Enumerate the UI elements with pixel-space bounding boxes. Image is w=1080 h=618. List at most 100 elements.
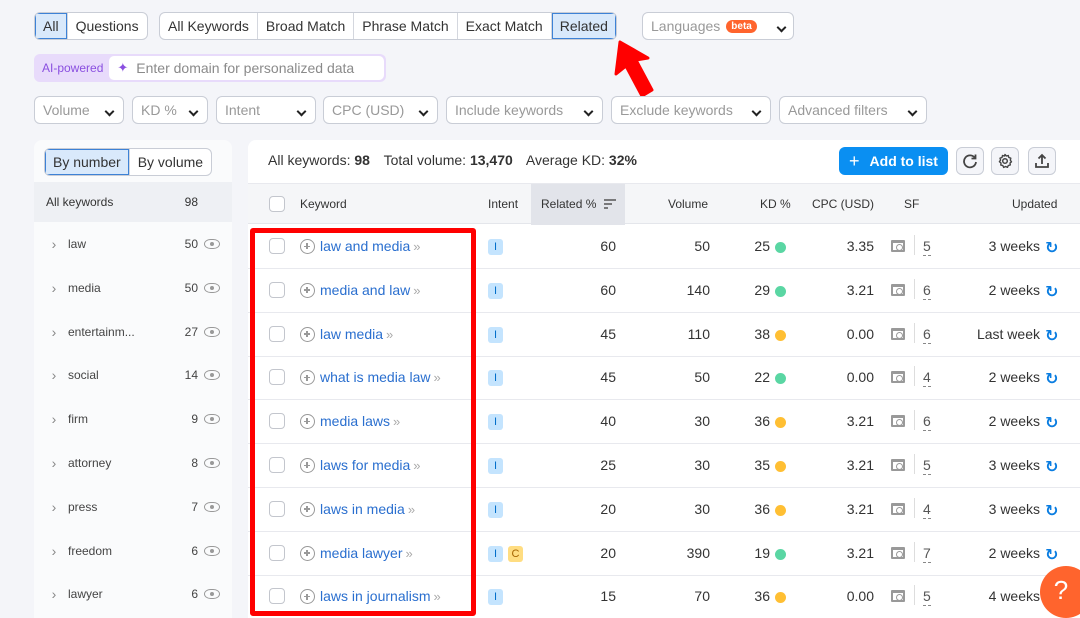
serp-features-count[interactable]: 4	[923, 369, 931, 388]
serp-icon[interactable]	[891, 459, 905, 471]
serp-icon[interactable]	[891, 546, 905, 559]
sidebar-group-item[interactable]: › entertainm... 27	[34, 310, 232, 354]
add-keyword-icon[interactable]	[300, 545, 315, 561]
eye-icon[interactable]	[204, 239, 220, 249]
add-keyword-icon[interactable]	[300, 414, 315, 430]
refresh-icon[interactable]: ↻	[1045, 282, 1058, 302]
serp-features-count[interactable]: 5	[923, 238, 931, 256]
export-button[interactable]	[1028, 147, 1056, 175]
keyword-link[interactable]: law and media»	[320, 238, 421, 254]
double-chevron-icon[interactable]: »	[413, 239, 420, 254]
chevron-right-icon[interactable]: ›	[40, 499, 68, 515]
filter-intent[interactable]: Intent	[216, 96, 316, 124]
refresh-button[interactable]	[956, 147, 984, 175]
eye-icon[interactable]	[204, 282, 220, 293]
select-all-checkbox[interactable]	[269, 196, 285, 212]
row-checkbox[interactable]	[269, 413, 285, 430]
col-keyword[interactable]: Keyword	[300, 184, 347, 224]
serp-icon[interactable]	[891, 283, 905, 296]
col-volume[interactable]: Volume	[668, 184, 708, 224]
col-updated[interactable]: Updated	[1012, 184, 1057, 224]
add-keyword-icon[interactable]	[300, 501, 315, 517]
sidebar-group-item[interactable]: › attorney 8	[34, 441, 232, 485]
serp-features-count[interactable]: 4	[923, 501, 931, 519]
sidebar-group-item[interactable]: › lawyer 6	[34, 572, 232, 616]
chevron-right-icon[interactable]: ›	[40, 367, 68, 383]
serp-icon[interactable]	[891, 327, 905, 340]
serp-icon[interactable]	[891, 240, 905, 252]
eye-icon[interactable]	[204, 326, 220, 337]
col-cpc[interactable]: CPC (USD)	[812, 184, 874, 224]
settings-button[interactable]	[991, 147, 1019, 175]
serp-features-count[interactable]: 6	[923, 282, 931, 300]
refresh-icon[interactable]: ↻	[1045, 501, 1058, 521]
col-kd[interactable]: KD %	[760, 184, 791, 224]
serp-icon[interactable]	[891, 371, 905, 384]
keyword-link[interactable]: laws in media»	[320, 501, 415, 517]
sidebar-group-item[interactable]: › firm 9	[34, 397, 232, 441]
add-keyword-icon[interactable]	[300, 589, 315, 605]
by-number-button[interactable]: By number	[45, 149, 130, 175]
chevron-right-icon[interactable]: ›	[40, 236, 68, 252]
serp-features-count[interactable]: 5	[923, 588, 931, 607]
keyword-link[interactable]: laws in journalism»	[320, 588, 441, 604]
tab-all[interactable]: All	[35, 13, 68, 39]
eye-icon[interactable]	[204, 414, 220, 425]
add-to-list-button[interactable]: + Add to list	[839, 147, 948, 175]
add-keyword-icon[interactable]	[300, 326, 315, 342]
sidebar-group-item[interactable]: › social 14	[34, 353, 232, 397]
keyword-link[interactable]: media laws»	[320, 413, 400, 429]
chevron-right-icon[interactable]: ›	[40, 543, 68, 559]
eye-icon[interactable]	[204, 458, 220, 468]
row-checkbox[interactable]	[269, 281, 285, 298]
double-chevron-icon[interactable]: »	[413, 283, 420, 298]
filter-volume[interactable]: Volume	[34, 96, 124, 124]
chevron-right-icon[interactable]: ›	[40, 324, 68, 340]
sidebar-group-item[interactable]: › press 7	[34, 485, 232, 529]
sidebar-group-item[interactable]: › freedom 6	[34, 529, 232, 573]
refresh-icon[interactable]: ↻	[1045, 413, 1058, 433]
row-checkbox[interactable]	[269, 457, 285, 473]
chevron-right-icon[interactable]: ›	[40, 411, 68, 427]
keyword-link[interactable]: law media»	[320, 326, 393, 342]
keyword-link[interactable]: media and law»	[320, 282, 421, 298]
domain-input[interactable]: ✦ Enter domain for personalized data	[109, 56, 384, 80]
double-chevron-icon[interactable]: »	[393, 414, 400, 429]
filter-kd[interactable]: KD %	[132, 96, 208, 124]
filter-cpc[interactable]: CPC (USD)	[323, 96, 438, 124]
double-chevron-icon[interactable]: »	[408, 502, 415, 517]
chevron-right-icon[interactable]: ›	[40, 586, 68, 602]
eye-icon[interactable]	[204, 370, 220, 381]
col-sf[interactable]: SF	[904, 184, 919, 224]
keyword-link[interactable]: what is media law»	[320, 369, 441, 385]
eye-icon[interactable]	[204, 501, 220, 512]
row-checkbox[interactable]	[269, 369, 285, 386]
serp-icon[interactable]	[891, 590, 905, 603]
row-checkbox[interactable]	[269, 238, 285, 254]
eye-icon[interactable]	[204, 589, 220, 600]
col-related[interactable]: Related %	[531, 184, 625, 225]
tab-questions[interactable]: Questions	[68, 13, 147, 39]
tab-exact-match[interactable]: Exact Match	[458, 13, 552, 39]
serp-icon[interactable]	[891, 415, 905, 428]
refresh-icon[interactable]: ↻	[1045, 457, 1058, 477]
serp-icon[interactable]	[891, 502, 905, 515]
add-keyword-icon[interactable]	[300, 370, 315, 386]
eye-icon[interactable]	[204, 545, 220, 556]
by-volume-button[interactable]: By volume	[130, 149, 211, 175]
double-chevron-icon[interactable]: »	[413, 458, 420, 473]
row-checkbox[interactable]	[269, 588, 285, 605]
add-keyword-icon[interactable]	[300, 458, 315, 473]
filter-include-keywords[interactable]: Include keywords	[446, 96, 603, 124]
sidebar-group-item[interactable]: › law 50	[34, 222, 232, 266]
languages-dropdown[interactable]: Languages beta	[642, 12, 794, 40]
row-checkbox[interactable]	[269, 500, 285, 517]
serp-features-count[interactable]: 5	[923, 457, 931, 475]
all-keywords-group[interactable]: All keywords 98	[34, 182, 232, 222]
serp-features-count[interactable]: 7	[923, 545, 931, 563]
tab-phrase-match[interactable]: Phrase Match	[354, 13, 458, 39]
sidebar-group-item[interactable]: › media 50	[34, 266, 232, 310]
serp-features-count[interactable]: 6	[923, 413, 931, 432]
tab-related[interactable]: Related	[551, 13, 616, 39]
double-chevron-icon[interactable]: »	[386, 327, 393, 342]
